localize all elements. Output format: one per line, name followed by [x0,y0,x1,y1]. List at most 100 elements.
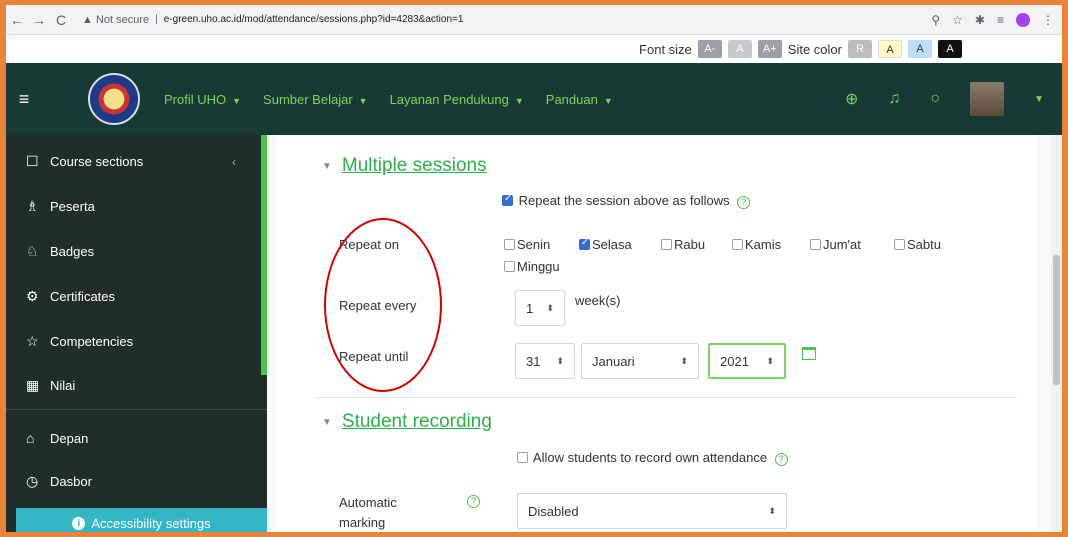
repeat-checkbox-row[interactable]: Repeat the session above as follows ? [502,193,751,209]
section-multiple-sessions[interactable]: ▼ Multiple sessions [322,155,487,177]
people-icon: ♗ [26,198,39,214]
automatic-marking-line1: Automatic [339,495,397,510]
university-logo[interactable] [88,73,140,125]
page-scrollbar[interactable] [1051,135,1062,532]
menu-layanan-pendukung[interactable]: Layanan Pendukung ▼ [390,92,524,107]
day-checkbox[interactable] [661,239,672,250]
badge-icon: ♘ [26,243,39,259]
user-avatar[interactable] [970,82,1005,116]
repeat-checkbox[interactable] [502,193,513,206]
help-icon[interactable]: ? [467,495,480,508]
day-checkbox[interactable] [810,239,821,250]
sidebar-item-course-sections[interactable]: ☐ Course sections [26,153,143,170]
messages-chat-icon[interactable]: ○ [930,90,940,108]
user-menu-caret-icon[interactable]: ▼ [1034,94,1044,105]
repeat-every-unit: week(s) [575,293,621,308]
color-blue-button[interactable]: A [908,40,932,58]
collapse-triangle-icon: ▼ [322,416,332,428]
day-checkbox[interactable] [732,239,743,250]
automatic-marking-label: Automatic marking [339,493,397,532]
until-month-select[interactable]: Januari ⬍ [581,343,699,379]
color-dark-button[interactable]: A [938,40,962,58]
font-decrease-button[interactable]: A- [697,40,722,58]
forward-icon[interactable]: → [28,12,50,28]
day-option-senin[interactable]: Senin [504,237,550,252]
day-option-kamis[interactable]: Kamis [732,237,781,252]
automatic-marking-select[interactable]: Disabled ⬍ [517,493,787,529]
allow-record-checkbox[interactable] [517,452,528,463]
address-bar[interactable]: ▲ Not secure | e-green.uho.ac.id/mod/att… [82,9,902,31]
reading-list-icon[interactable]: ≡ [997,13,1004,27]
sidebar-item-dasbor[interactable]: ◷ Dasbor [26,473,92,490]
chevron-left-icon[interactable]: ‹ [232,155,236,169]
font-increase-button[interactable]: A+ [757,40,782,58]
menu-label: Layanan Pendukung [389,91,509,107]
site-color-label: Site color [787,41,842,57]
until-year-select[interactable]: 2021 ⬍ [708,343,786,379]
sidebar-item-depan[interactable]: ⌂ Depan [26,430,88,446]
day-checkbox[interactable] [894,239,905,250]
hamburger-menu-icon[interactable]: ≡ [6,89,42,110]
repeat-on-label: Repeat on [339,237,399,252]
day-checkbox[interactable] [579,237,590,250]
day-option-selasa[interactable]: Selasa [579,237,632,252]
until-day-select[interactable]: 31 ⬍ [515,343,575,379]
reload-icon[interactable]: C [50,12,72,28]
repeat-every-select[interactable]: 1 ⬍ [515,290,565,326]
day-option-minggu[interactable]: Minggu [504,259,560,274]
main-content: ▼ Multiple sessions Repeat the session a… [267,135,1062,532]
sidebar-item-badges[interactable]: ♘ Badges [26,243,94,260]
sidebar-item-certificates[interactable]: ⚙ Certificates [26,288,115,305]
day-label: Sabtu [907,237,941,252]
sidebar-item-peserta[interactable]: ♗ Peserta [26,198,95,215]
section-title: Multiple sessions [341,155,487,176]
url-text[interactable]: e-green.uho.ac.id/mod/attendance/session… [164,14,464,25]
day-option-sabtu[interactable]: Sabtu [894,237,941,252]
menu-profil-uho[interactable]: Profil UHO ▼ [164,92,241,107]
star-icon: ☆ [26,333,39,349]
color-reset-button[interactable]: R [848,40,872,58]
sidebar-item-label: Course sections [50,154,144,169]
repeat-every-value: 1 [526,300,534,316]
zoom-icon[interactable]: ⚲ [931,13,940,27]
allow-record-row[interactable]: Allow students to record own attendance … [517,450,788,466]
menu-panduan[interactable]: Panduan ▼ [546,92,613,107]
day-option-rabu[interactable]: Rabu [661,237,705,252]
menu-label: Panduan [545,91,598,107]
allow-record-label: Allow students to record own attendance [532,450,768,465]
day-option-jumat[interactable]: Jum'at [810,237,861,252]
day-label: Rabu [674,237,706,252]
help-icon[interactable]: ? [774,453,788,466]
font-normal-button[interactable]: A [727,40,752,58]
menu-sumber-belajar[interactable]: Sumber Belajar ▼ [263,92,368,107]
notification-bell-icon[interactable]: ♫ [888,90,900,108]
bookmark-star-icon[interactable]: ☆ [952,13,963,27]
back-icon[interactable]: ← [6,12,28,28]
accessibility-settings-button[interactable]: i Accessibility settings [16,508,267,532]
dashboard-gauge-icon: ◷ [26,473,39,489]
day-label: Minggu [517,259,560,274]
accessibility-toolbar: Font size A- A A+ Site color R A A A [6,35,1062,63]
sidebar-item-competencies[interactable]: ☆ Competencies [26,333,133,350]
extensions-icon[interactable]: ✱ [975,13,985,27]
section-divider [317,397,1017,398]
language-globe-icon[interactable]: ⊕ [845,89,858,109]
profile-avatar-icon[interactable] [1016,12,1030,27]
section-title: Student recording [341,411,492,432]
section-student-recording[interactable]: ▼ Student recording [322,411,492,433]
day-checkbox[interactable] [504,239,515,250]
scrollbar-thumb[interactable] [1053,255,1060,385]
help-icon[interactable]: ? [737,196,751,209]
sidebar-item-nilai[interactable]: ▦ Nilai [26,377,75,394]
calendar-icon[interactable] [802,347,816,360]
sidebar-item-label: Dasbor [50,474,92,489]
browser-menu-icon[interactable]: ⋮ [1042,13,1054,27]
main-menu: Profil UHO ▼ Sumber Belajar ▼ Layanan Pend… [164,92,613,107]
until-month-value: Januari [592,353,635,369]
color-yellow-button[interactable]: A [878,40,902,58]
sidebar-item-label: Certificates [50,289,116,304]
repeat-checkbox-label: Repeat the session above as follows [518,193,730,208]
menu-label: Sumber Belajar [263,91,353,107]
day-checkbox[interactable] [504,261,515,272]
sidebar-divider [6,409,267,410]
